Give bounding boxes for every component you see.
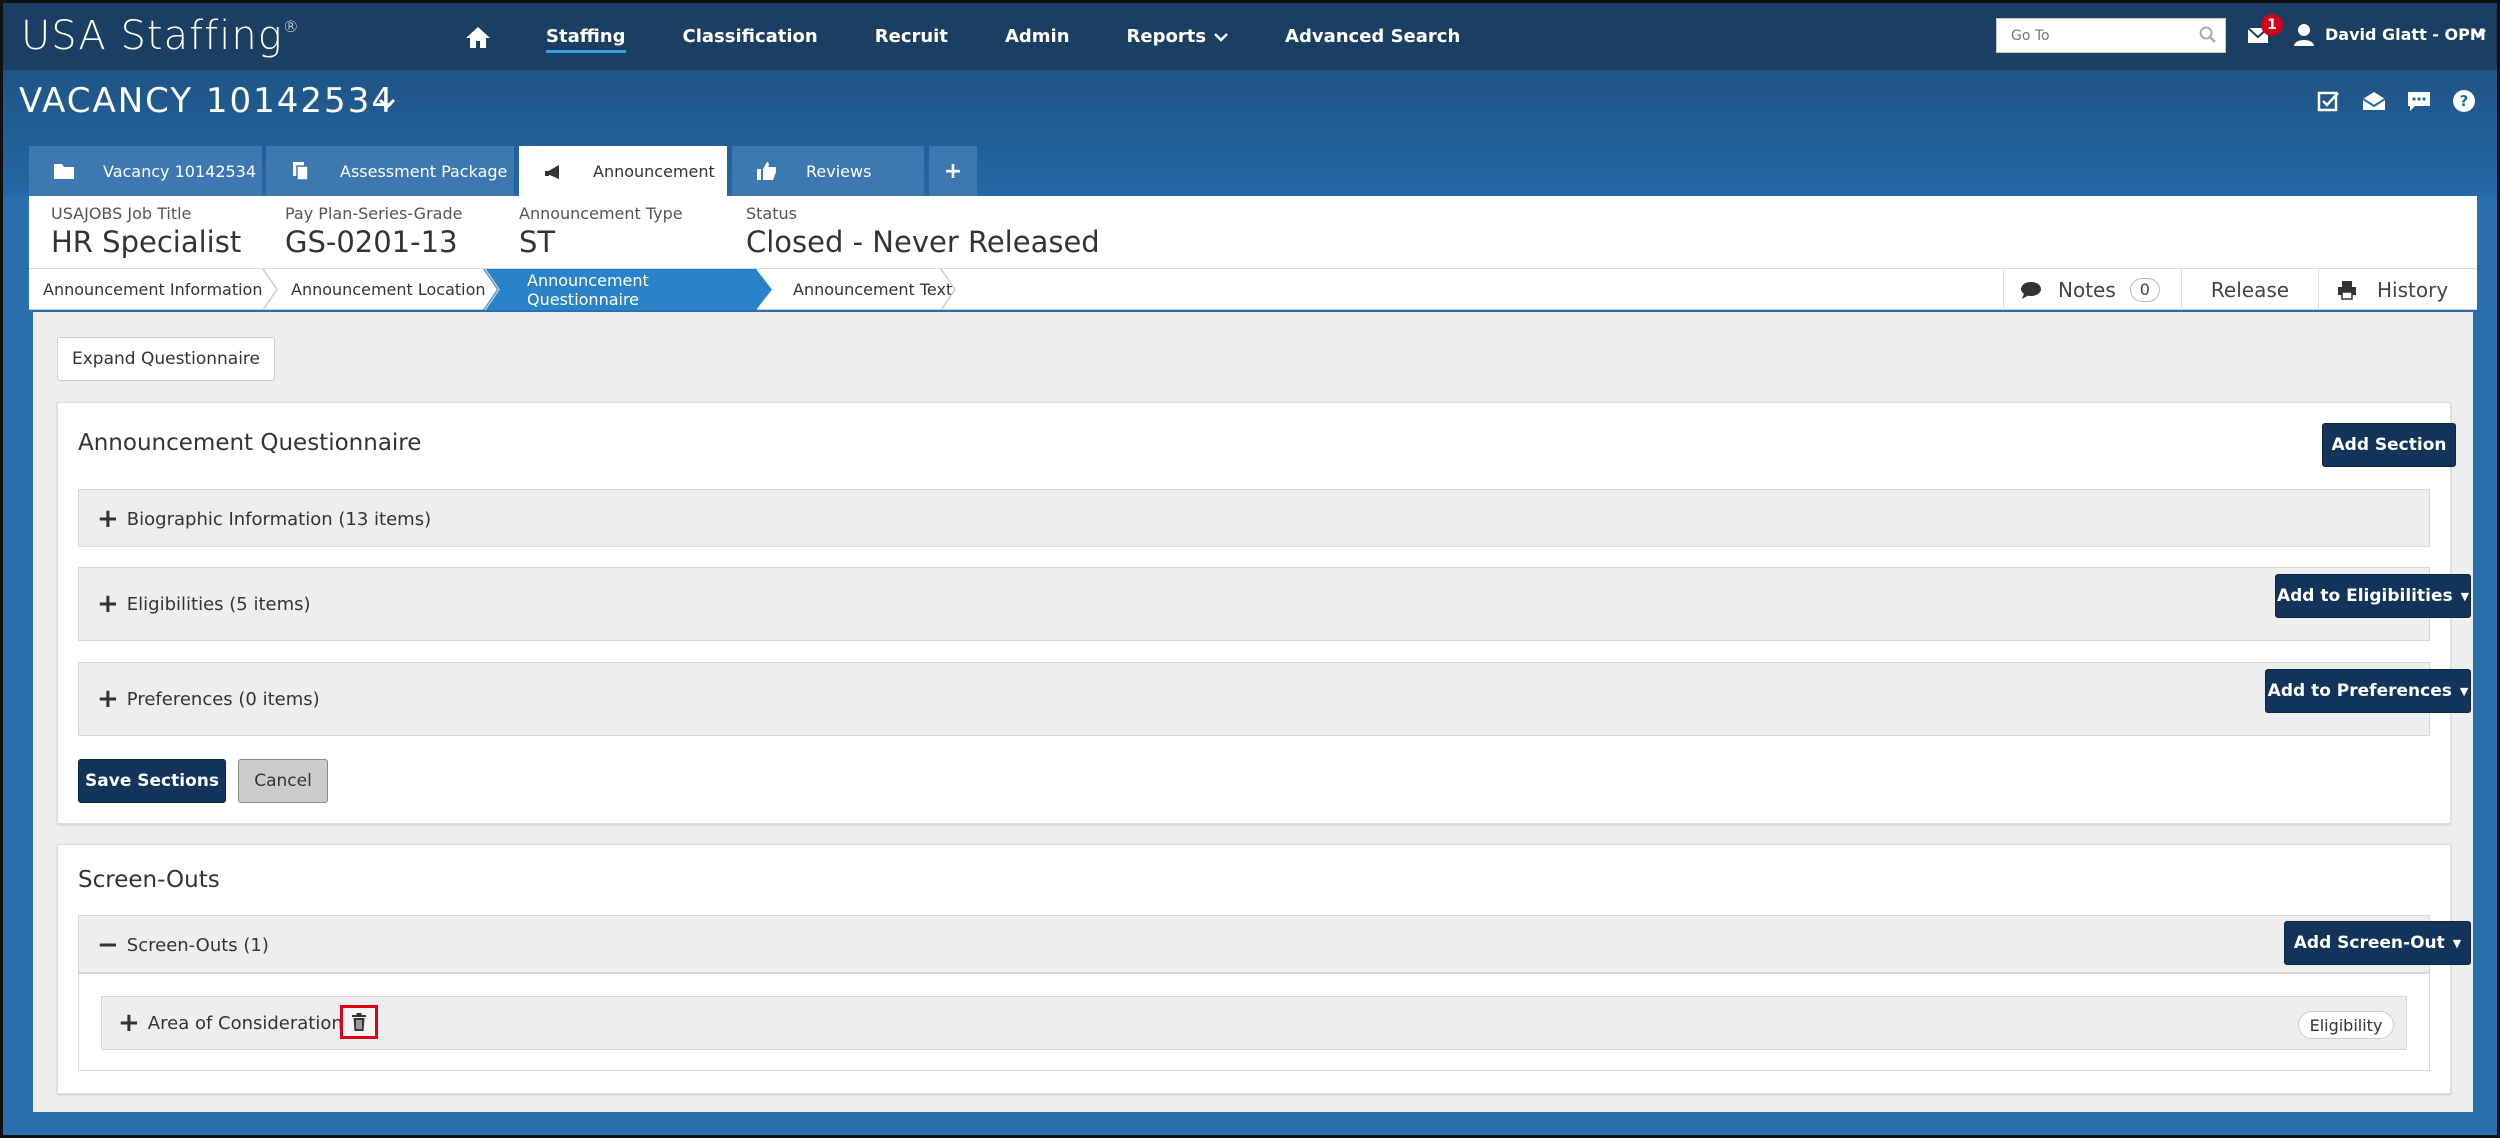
vacancy-title: VACANCY 10142534	[19, 81, 395, 121]
delete-screenout-button[interactable]	[340, 1005, 378, 1039]
chevron-down-icon[interactable]	[377, 95, 397, 113]
app-frame: USA Staffing® Staffing Classification Re…	[0, 0, 2500, 1138]
nav-recruit[interactable]: Recruit	[875, 3, 948, 70]
step-divider	[940, 269, 956, 310]
notes-button[interactable]: Notes 0	[2003, 269, 2181, 310]
section-label: + Preferences (0 items)	[97, 684, 320, 714]
step-announcement-information[interactable]: Announcement Information	[29, 269, 265, 310]
section-preferences[interactable]: + Preferences (0 items) Add to Preference…	[78, 662, 2471, 736]
trash-icon	[352, 1013, 366, 1031]
megaphone-icon	[545, 165, 559, 179]
questionnaire-title: Announcement Questionnaire	[78, 430, 422, 456]
ppsg-label: Pay Plan-Series-Grade	[285, 204, 463, 223]
job-title-field: USAJOBS Job Title HR Specialist	[51, 204, 241, 259]
content-area: Expand Questionnaire Announcement Questi…	[33, 312, 2473, 1112]
section-label: + Eligibilities (5 items)	[97, 589, 311, 619]
add-tab-button[interactable]: +	[929, 146, 977, 196]
announcement-type-label: Announcement Type	[519, 204, 683, 223]
step-divider	[756, 269, 772, 310]
screenouts-title: Screen-Outs	[78, 867, 220, 893]
expand-icon[interactable]: +	[97, 506, 119, 532]
goto-input[interactable]	[1996, 18, 2226, 53]
status-field: Status Closed - Never Released	[746, 204, 1100, 259]
screenout-item[interactable]: + Area of Consideration Eligibility	[101, 996, 2407, 1050]
comment-icon	[2021, 281, 2041, 299]
add-screen-out-button[interactable]: Add Screen-Out ▼	[2284, 921, 2471, 965]
chevron-down-icon	[1214, 32, 1228, 42]
tab-vacancy[interactable]: Vacancy 10142534	[29, 146, 262, 196]
envelope-open-icon[interactable]	[2361, 89, 2387, 113]
print-icon	[2338, 280, 2356, 300]
add-section-button[interactable]: Add Section	[2322, 423, 2456, 467]
expand-icon[interactable]: +	[97, 591, 119, 617]
notes-count: 0	[2129, 277, 2160, 302]
expand-icon[interactable]: +	[118, 1010, 140, 1036]
expand-questionnaire-button[interactable]: Expand Questionnaire	[57, 337, 275, 381]
section-label: + Biographic Information (13 items)	[97, 504, 432, 534]
ppsg-value: GS-0201-13	[285, 225, 458, 259]
step-announcement-location[interactable]: Announcement Location	[277, 269, 503, 310]
nav-staffing[interactable]: Staffing	[546, 3, 626, 70]
announcement-steps: Announcement Information Announcement Lo…	[29, 268, 2477, 310]
step-announcement-questionnaire[interactable]: Announcement Questionnaire	[503, 269, 757, 310]
job-title-label: USAJOBS Job Title	[51, 204, 192, 223]
thumbs-up-icon	[757, 162, 776, 180]
search-icon[interactable]	[2199, 26, 2217, 44]
tasks-icon[interactable]	[2316, 89, 2342, 113]
top-navigation: USA Staffing® Staffing Classification Re…	[3, 3, 2497, 70]
section-label: − Screen-Outs (1)	[97, 930, 269, 960]
tab-announcement[interactable]: Announcement	[519, 146, 727, 196]
collapse-icon[interactable]: −	[97, 932, 119, 958]
announcement-type-field: Announcement Type ST	[519, 204, 683, 259]
user-name[interactable]: David Glatt - OPM	[2325, 25, 2486, 44]
job-title-value: HR Specialist	[51, 225, 242, 259]
add-to-eligibilities-button[interactable]: Add to Eligibilities ▼	[2275, 574, 2471, 618]
help-icon[interactable]: ?	[2451, 89, 2477, 113]
tab-reviews[interactable]: Reviews	[732, 146, 924, 196]
home-icon[interactable]	[465, 25, 491, 49]
expand-icon[interactable]: +	[97, 686, 119, 712]
nav-classification[interactable]: Classification	[683, 3, 818, 70]
add-to-preferences-button[interactable]: Add to Preferences ▼	[2265, 669, 2471, 713]
nav-reports[interactable]: Reports	[1127, 3, 1229, 70]
cancel-button[interactable]: Cancel	[238, 759, 328, 803]
chevron-down-icon[interactable]	[2471, 25, 2487, 41]
copy-icon	[293, 162, 309, 181]
usa-staffing-logo[interactable]: USA Staffing®	[21, 13, 300, 59]
main-menu: Staffing Classification Recruit Admin Re…	[546, 3, 1517, 70]
screenouts-group[interactable]: − Screen-Outs (1) Add Screen-Out ▼	[78, 915, 2471, 973]
section-label: + Area of Consideration	[118, 1008, 343, 1038]
nav-admin[interactable]: Admin	[1005, 3, 1070, 70]
questionnaire-panel: Announcement Questionnaire Add Section +…	[57, 402, 2471, 824]
section-eligibilities[interactable]: + Eligibilities (5 items) Add to Eligibil…	[78, 567, 2471, 641]
save-sections-button[interactable]: Save Sections	[78, 759, 226, 803]
section-biographic[interactable]: + Biographic Information (13 items)	[78, 489, 2430, 547]
ppsg-field: Pay Plan-Series-Grade GS-0201-13	[285, 204, 462, 259]
screenouts-list: + Area of Consideration Eligibility	[78, 973, 2430, 1071]
eligibility-tag: Eligibility	[2298, 1011, 2394, 1039]
chat-icon[interactable]	[2406, 89, 2432, 113]
svg-text:?: ?	[2460, 92, 2469, 110]
notification-badge: 1	[2261, 14, 2283, 36]
user-icon[interactable]	[2293, 23, 2315, 47]
tab-assessment-package[interactable]: Assessment Package	[266, 146, 514, 196]
nav-advanced-search[interactable]: Advanced Search	[1285, 3, 1460, 70]
release-button[interactable]: Release	[2181, 269, 2318, 310]
step-divider	[483, 269, 503, 310]
screenouts-panel: Screen-Outs − Screen-Outs (1) Add Screen-…	[57, 844, 2471, 1094]
history-button[interactable]: History	[2318, 269, 2477, 310]
folder-icon	[54, 164, 74, 179]
announcement-type-value: ST	[519, 225, 556, 259]
status-value: Closed - Never Released	[746, 225, 1100, 259]
vacancy-summary: USAJOBS Job Title HR Specialist Pay Plan…	[29, 196, 2477, 268]
status-label: Status	[746, 204, 797, 223]
